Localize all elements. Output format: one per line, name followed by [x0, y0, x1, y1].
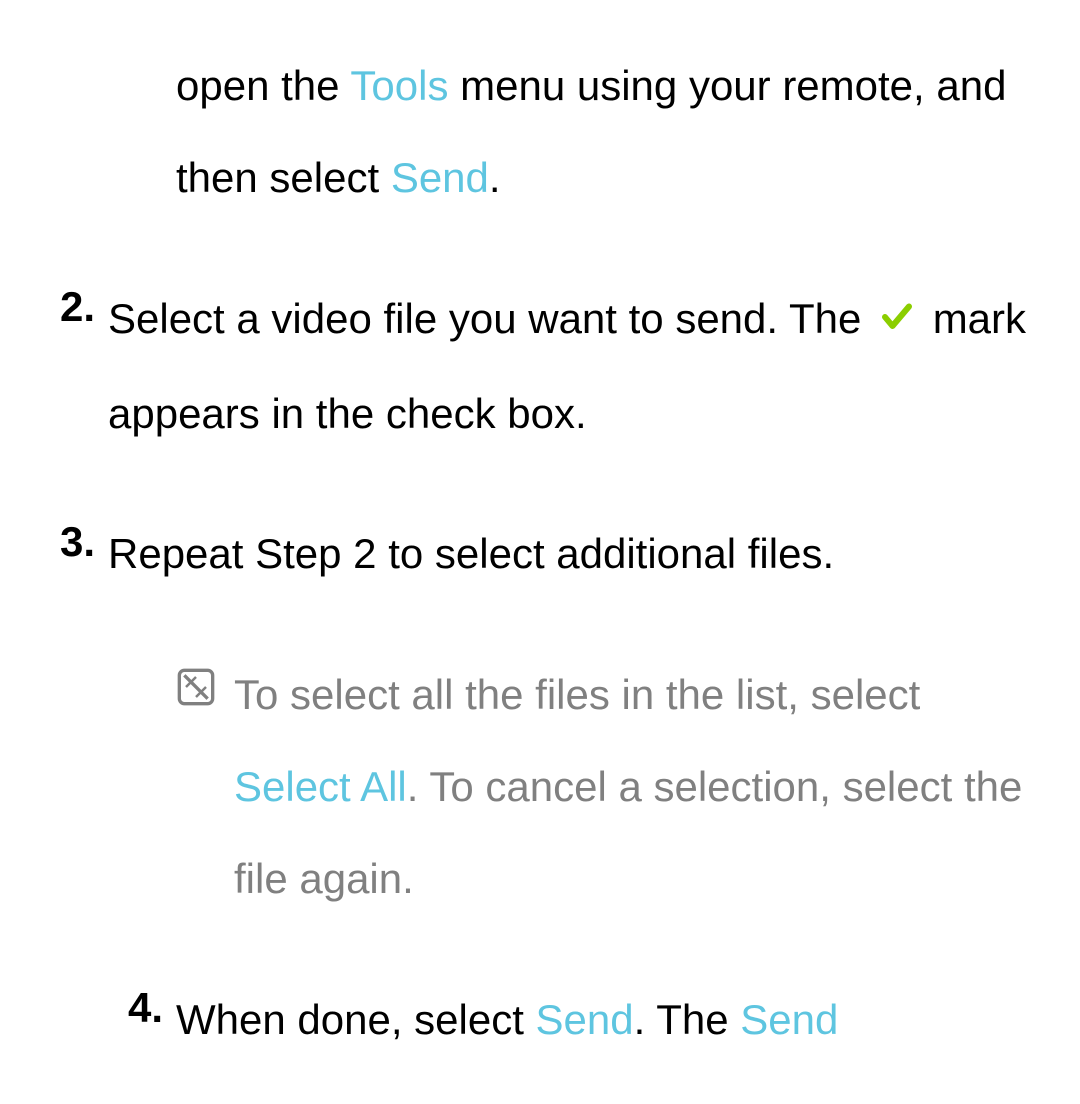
- text: .: [489, 154, 501, 201]
- text: To select all the files in the list, sel…: [234, 671, 920, 718]
- step-number: 3.: [60, 508, 108, 600]
- send-link: Send: [740, 996, 838, 1043]
- select-all-link: Select All: [234, 763, 407, 810]
- note: To select all the files in the list, sel…: [176, 649, 1030, 926]
- step-4: 4. When done, select Send. The Send: [60, 974, 1030, 1066]
- step-body: Select a video file you want to send. Th…: [108, 273, 1030, 460]
- step-3: 3. Repeat Step 2 to select additional fi…: [60, 508, 1030, 600]
- note-body: To select all the files in the list, sel…: [234, 649, 1030, 926]
- text: Select a video file you want to send. Th…: [108, 295, 873, 342]
- text: . The: [634, 996, 741, 1043]
- step-number: 4.: [128, 974, 176, 1066]
- text: When done, select: [176, 996, 536, 1043]
- note-icon: [176, 649, 234, 926]
- tools-link: Tools: [350, 62, 448, 109]
- step-number: 2.: [60, 273, 108, 460]
- checkmark-icon: [879, 275, 915, 367]
- send-link: Send: [391, 154, 489, 201]
- text: open the: [176, 62, 350, 109]
- step-2: 2. Select a video file you want to send.…: [60, 273, 1030, 460]
- send-link: Send: [536, 996, 634, 1043]
- step-body: Repeat Step 2 to select additional files…: [108, 508, 1030, 600]
- step-1-continuation: open the Tools menu using your remote, a…: [176, 40, 1030, 225]
- step-body: When done, select Send. The Send: [176, 974, 1030, 1066]
